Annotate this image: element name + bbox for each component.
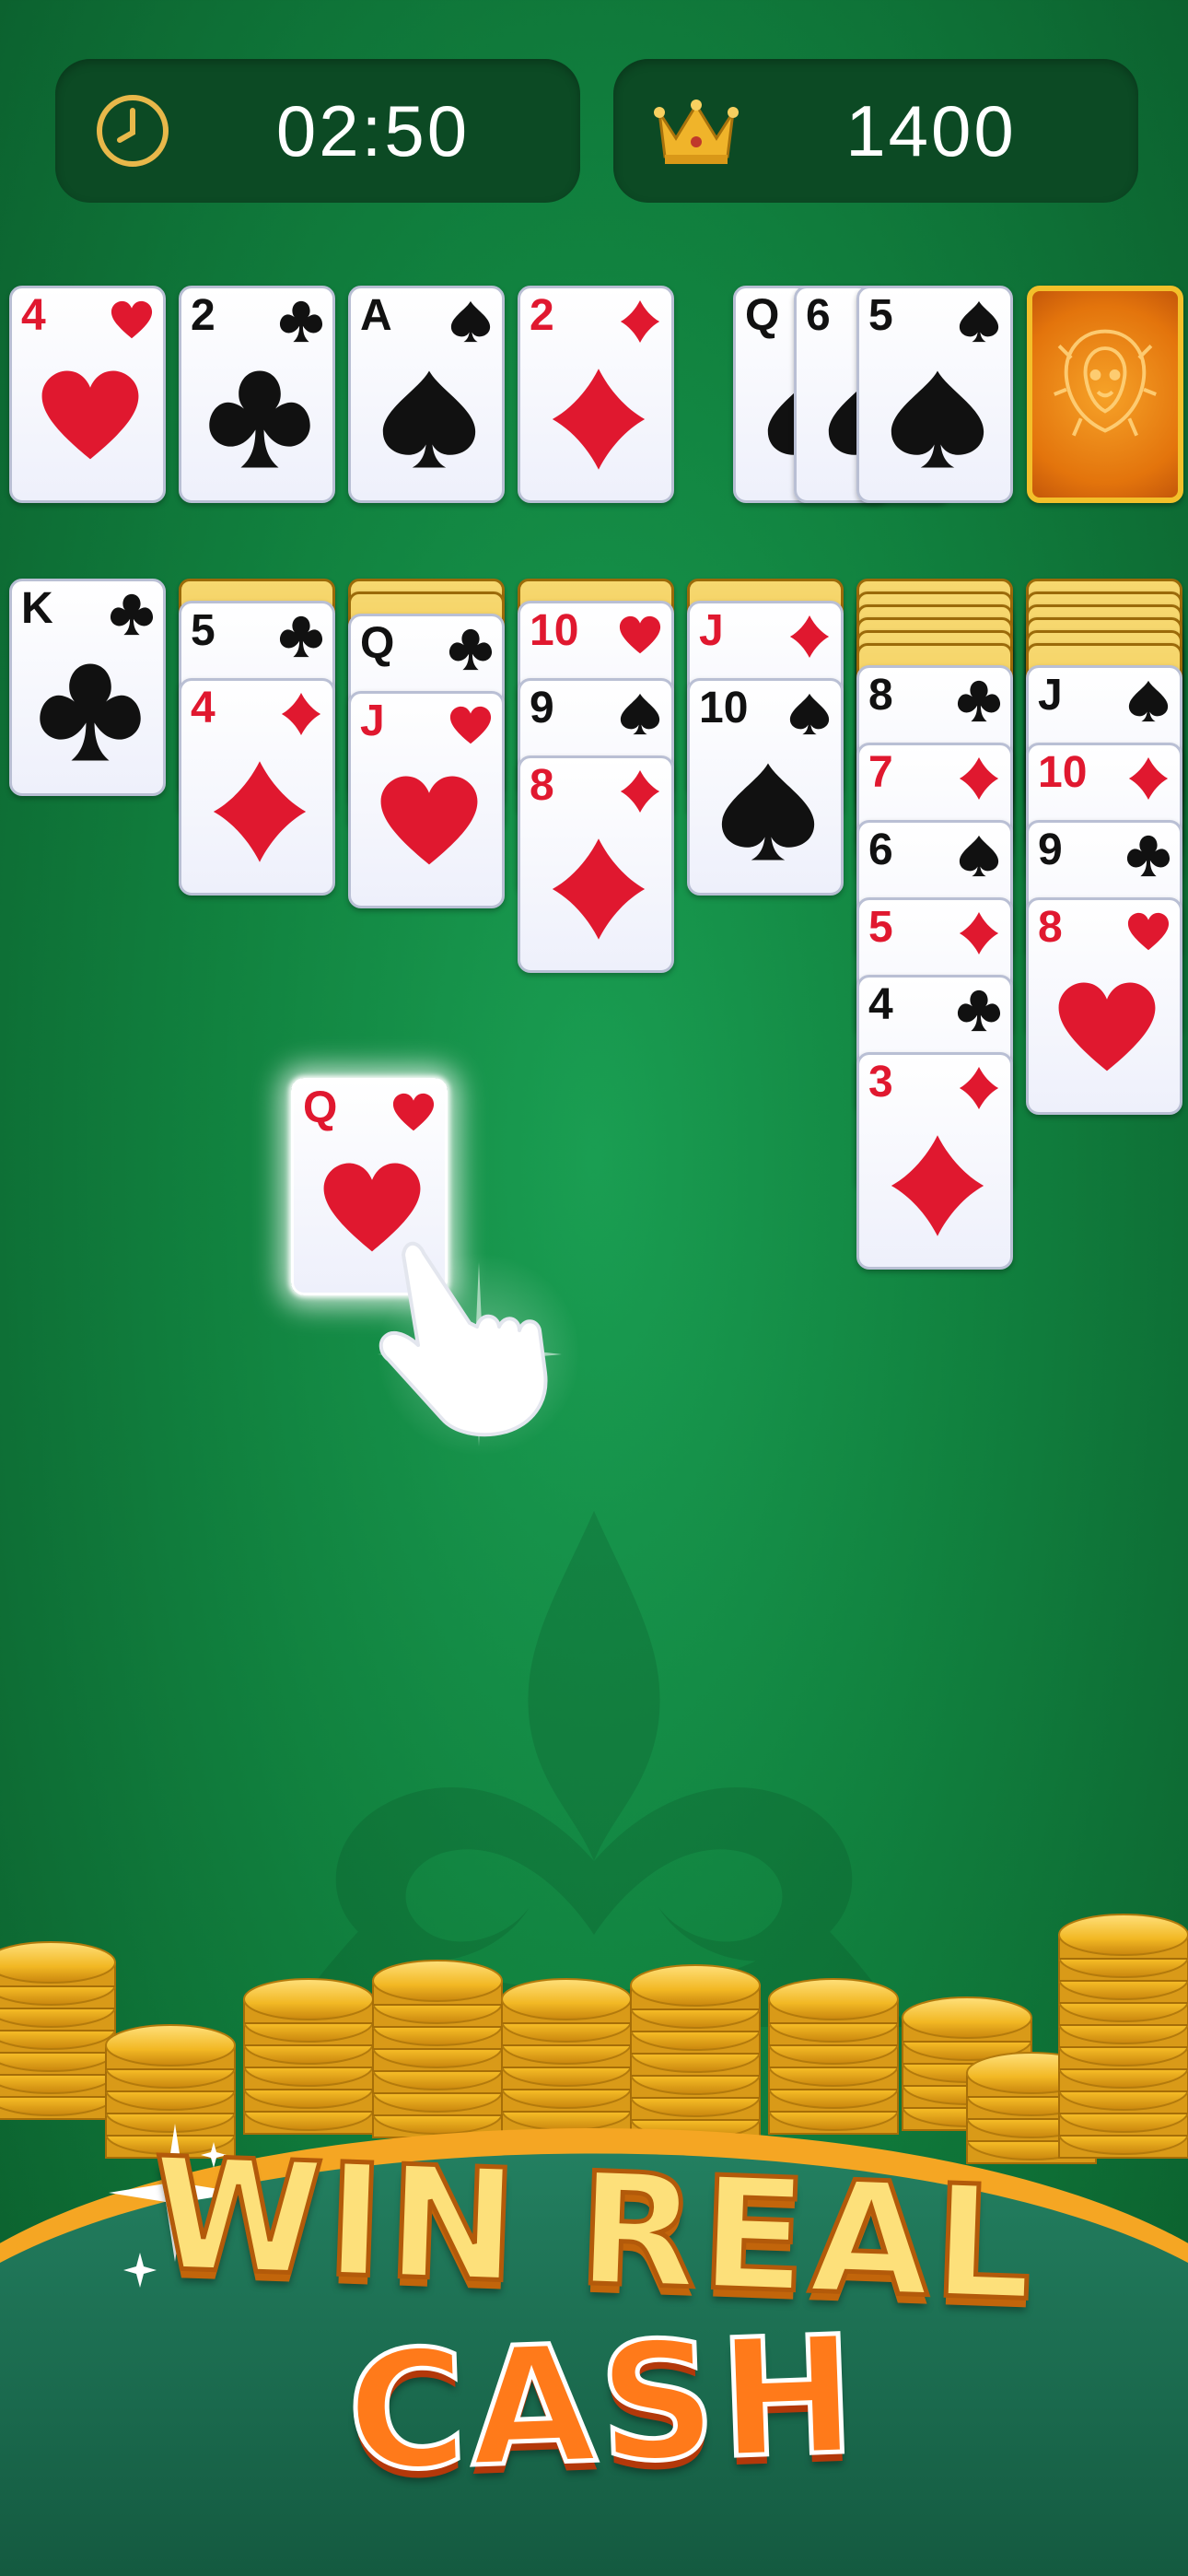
coin-icon <box>0 1941 116 1984</box>
diamond-suit-icon <box>959 1066 999 1110</box>
lion-icon <box>1054 329 1157 437</box>
waste-card-top[interactable]: 5 <box>856 286 1013 503</box>
foundation-card[interactable]: 4 <box>9 286 166 503</box>
coin-icon <box>372 1960 503 2002</box>
card-rank: 5 <box>868 291 893 340</box>
club-suit-icon <box>209 370 310 468</box>
heart-suit-icon <box>380 776 478 865</box>
card-rank: 5 <box>191 606 215 655</box>
club-suit-icon <box>279 300 323 343</box>
club-suit-icon <box>279 615 323 658</box>
score-panel: 1400 <box>613 59 1138 203</box>
card-rank: 4 <box>868 980 893 1029</box>
card-rank: 2 <box>191 291 215 340</box>
card-rank: Q <box>360 619 395 668</box>
coin-icon <box>105 2024 236 2067</box>
club-suit-icon <box>448 628 493 671</box>
diamond-suit-icon <box>213 761 307 862</box>
spade-suit-icon <box>1128 680 1169 722</box>
card-rank: 10 <box>1038 748 1088 797</box>
timer-panel: 02:50 <box>55 59 580 203</box>
card-rank: J <box>1038 671 1063 720</box>
diamond-suit-icon <box>1128 756 1169 801</box>
heart-suit-icon <box>619 615 661 654</box>
card-rank: 9 <box>1038 825 1063 874</box>
diamond-suit-icon <box>789 615 830 659</box>
tableau-card[interactable]: 8 <box>518 755 674 973</box>
coin-icon <box>768 1978 899 2020</box>
diamond-suit-icon <box>552 369 646 470</box>
heart-suit-icon <box>392 1093 435 1131</box>
tableau-card[interactable]: K <box>9 579 166 796</box>
promo-line-2: CASH <box>342 2299 864 2510</box>
diamond-suit-icon <box>281 692 321 736</box>
promo-headline: WIN REAL CASH <box>0 2122 1188 2552</box>
card-rank: 4 <box>191 684 215 732</box>
stock-pile[interactable] <box>1027 286 1183 503</box>
crown-icon <box>654 100 739 164</box>
card-rank: 8 <box>868 671 893 720</box>
diamond-suit-icon <box>620 299 660 344</box>
heart-suit-icon <box>1127 912 1170 951</box>
card-rank: 7 <box>868 748 893 797</box>
foundation-card[interactable]: A <box>348 286 505 503</box>
score-value: 1400 <box>845 89 1017 171</box>
card-rank: J <box>360 697 385 745</box>
heart-suit-icon <box>111 300 153 339</box>
coin-icon <box>243 1978 374 2020</box>
card-rank: 3 <box>868 1058 893 1107</box>
diamond-suit-icon <box>959 756 999 801</box>
card-rank: 4 <box>21 291 46 340</box>
tableau-card[interactable]: 4 <box>179 678 335 896</box>
coin-icon <box>902 1996 1032 2039</box>
card-rank: 10 <box>530 606 579 655</box>
coin-icon <box>630 1964 761 2007</box>
diamond-suit-icon <box>620 769 660 814</box>
card-rank: 6 <box>868 825 893 874</box>
card-rank: K <box>21 584 53 633</box>
pointer-hand-icon <box>378 1241 580 1456</box>
club-suit-icon <box>40 663 141 761</box>
spade-suit-icon <box>620 693 660 735</box>
spade-suit-icon <box>789 693 830 735</box>
coin-icon <box>1058 1914 1188 1956</box>
diamond-suit-icon <box>552 838 646 940</box>
card-rank: 6 <box>806 291 831 340</box>
diamond-suit-icon <box>959 911 999 955</box>
coin-icon <box>501 1978 632 2020</box>
card-rank: 8 <box>1038 903 1063 952</box>
heart-suit-icon <box>449 706 492 744</box>
heart-suit-icon <box>1058 982 1156 1071</box>
club-suit-icon <box>957 989 1001 1032</box>
spade-suit-icon <box>891 370 984 468</box>
heart-suit-icon <box>41 370 139 460</box>
foundation-card[interactable]: 2 <box>518 286 674 503</box>
card-rank: Q <box>745 291 780 340</box>
card-rank: A <box>360 291 392 340</box>
spade-suit-icon <box>450 300 491 343</box>
tableau-card[interactable]: 8 <box>1026 897 1182 1115</box>
card-rank: 2 <box>530 291 554 340</box>
spade-suit-icon <box>959 300 999 343</box>
spade-suit-icon <box>721 763 815 861</box>
tableau-card[interactable]: J <box>348 691 505 908</box>
tableau-card[interactable]: 10 <box>687 678 844 896</box>
diamond-suit-icon <box>891 1135 984 1236</box>
card-rank: 9 <box>530 684 554 732</box>
card-rank: Q <box>303 1083 338 1132</box>
tableau-card[interactable]: 3 <box>856 1052 1013 1270</box>
foundation-card[interactable]: 2 <box>179 286 335 503</box>
club-suit-icon <box>1126 835 1171 877</box>
club-suit-icon <box>110 593 154 636</box>
timer-value: 02:50 <box>275 89 471 171</box>
clock-icon <box>97 95 169 167</box>
spade-suit-icon <box>382 370 476 468</box>
club-suit-icon <box>957 680 1001 722</box>
spade-suit-icon <box>959 835 999 877</box>
card-rank: 5 <box>868 903 893 952</box>
card-rank: 10 <box>699 684 749 732</box>
card-rank: 8 <box>530 761 554 810</box>
card-rank: J <box>699 606 724 655</box>
